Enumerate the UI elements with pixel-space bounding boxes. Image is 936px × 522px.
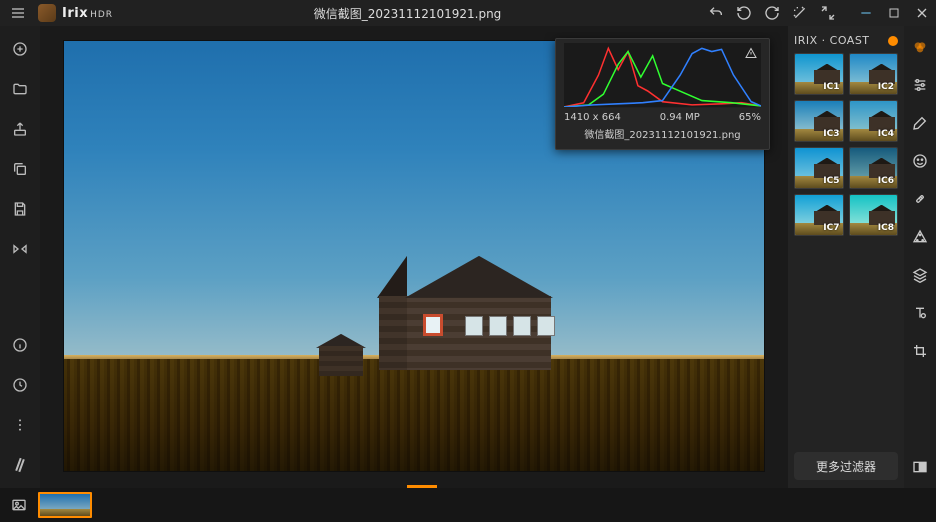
- compare-button[interactable]: [4, 234, 36, 264]
- image-megapixels: 0.94 MP: [660, 112, 700, 123]
- compare-toggle[interactable]: [907, 454, 933, 480]
- preset-ic5[interactable]: IC5: [794, 147, 844, 189]
- folder-button[interactable]: [4, 74, 36, 104]
- image-dimensions: 1410 x 664: [564, 112, 621, 123]
- preset-label: IC6: [878, 176, 894, 186]
- preset-ic2[interactable]: IC2: [849, 53, 899, 95]
- warning-icon: [745, 47, 757, 59]
- filters-tab[interactable]: [907, 34, 933, 60]
- histogram-filename: 微信截图_20231112101921.png: [564, 126, 761, 141]
- app-name: IrixHDR: [62, 6, 113, 21]
- redo-button[interactable]: [758, 0, 786, 26]
- info-button[interactable]: [4, 330, 36, 360]
- histogram-plot: [564, 43, 761, 108]
- app-logo-icon: [38, 4, 56, 22]
- collapse-button[interactable]: [814, 0, 842, 26]
- preset-label: IC2: [878, 82, 894, 92]
- filmstrip: [0, 488, 936, 522]
- preset-label: IC7: [823, 223, 839, 233]
- save-button[interactable]: [4, 194, 36, 224]
- preset-ic8[interactable]: IC8: [849, 194, 899, 236]
- barn-icon: [379, 256, 579, 376]
- hamburger-menu[interactable]: [4, 0, 32, 26]
- copy-button[interactable]: [4, 154, 36, 184]
- preset-indicator-icon: [888, 36, 898, 46]
- preset-label: IC4: [878, 129, 894, 139]
- theme-button[interactable]: [4, 450, 36, 480]
- histogram-panel[interactable]: 1410 x 664 0.94 MP 65% 微信截图_202311121019…: [555, 38, 770, 150]
- zoom-percent: 65%: [739, 112, 761, 123]
- face-tab[interactable]: [907, 148, 933, 174]
- preset-label: IC1: [823, 82, 839, 92]
- preset-ic7[interactable]: IC7: [794, 194, 844, 236]
- sliders-tab[interactable]: [907, 72, 933, 98]
- close-window[interactable]: [908, 0, 936, 26]
- undo-alt-button[interactable]: [702, 0, 730, 26]
- preset-category-title: IRIX · COAST: [794, 34, 870, 47]
- preset-label: IC3: [823, 129, 839, 139]
- barn-outbuilding-icon: [316, 334, 366, 376]
- history-button[interactable]: [4, 370, 36, 400]
- thumbnail-selected[interactable]: [38, 492, 92, 518]
- preset-ic4[interactable]: IC4: [849, 100, 899, 142]
- left-toolbar: [0, 26, 40, 488]
- heal-tab[interactable]: [907, 186, 933, 212]
- right-toolbar: [904, 26, 936, 488]
- preset-ic6[interactable]: IC6: [849, 147, 899, 189]
- export-button[interactable]: [4, 114, 36, 144]
- add-button[interactable]: [4, 34, 36, 64]
- preset-ic3[interactable]: IC3: [794, 100, 844, 142]
- more-filters-button[interactable]: 更多过滤器: [794, 452, 898, 480]
- crop-tab[interactable]: [907, 338, 933, 364]
- document-title: 微信截图_20231112101921.png: [119, 5, 696, 22]
- brush-tab[interactable]: [907, 110, 933, 136]
- undo-button[interactable]: [730, 0, 758, 26]
- layers-tab[interactable]: [907, 262, 933, 288]
- magic-wand-button[interactable]: [786, 0, 814, 26]
- shapes-tab[interactable]: [907, 224, 933, 250]
- filmstrip-view-button[interactable]: [8, 494, 30, 516]
- title-bar: IrixHDR 微信截图_20231112101921.png: [0, 0, 936, 26]
- preset-panel: IRIX · COAST IC1 IC2 IC3 IC4 IC5 IC6 IC7 IC8 更多…: [788, 26, 904, 488]
- minimize-window[interactable]: [852, 0, 880, 26]
- progress-bar: [40, 485, 788, 488]
- more-filters-label: 更多过滤器: [816, 458, 876, 475]
- preset-label: IC8: [878, 223, 894, 233]
- preset-label: IC5: [823, 176, 839, 186]
- more-vert-button[interactable]: [4, 410, 36, 440]
- preset-ic1[interactable]: IC1: [794, 53, 844, 95]
- maximize-window[interactable]: [880, 0, 908, 26]
- text-tab[interactable]: [907, 300, 933, 326]
